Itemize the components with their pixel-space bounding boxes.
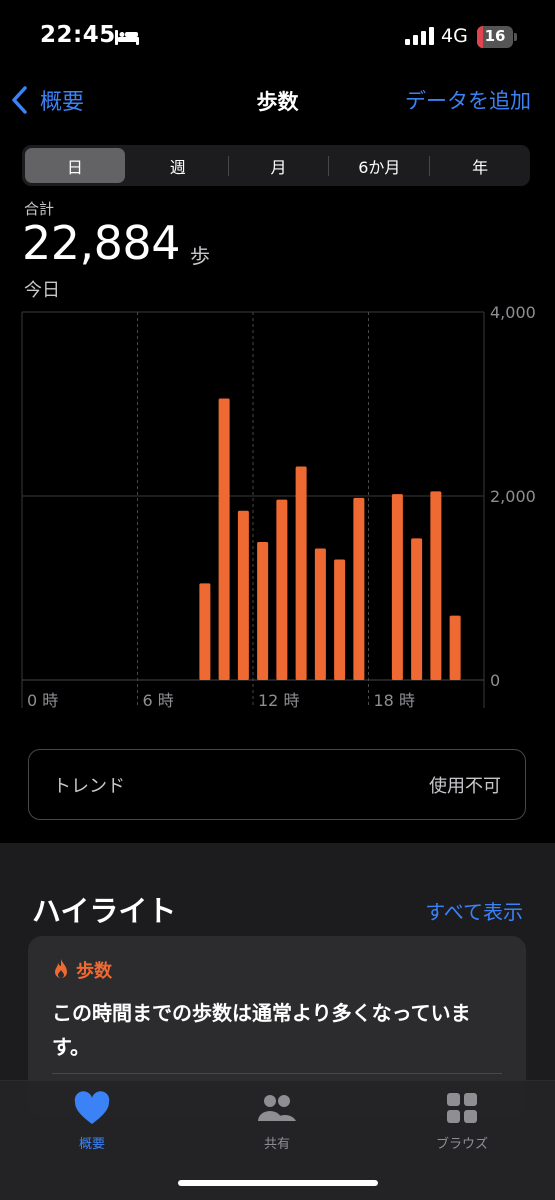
segment-six-months[interactable]: 6か月: [329, 148, 429, 183]
tab-sharing[interactable]: 共有: [217, 1091, 337, 1155]
bar-hour-16: [334, 559, 346, 680]
back-label: 概要: [40, 90, 85, 115]
tab-label: 共有: [263, 1137, 290, 1152]
tab-summary[interactable]: 概要: [32, 1091, 152, 1155]
highlight-text: この時間までの歩数は通常より多くなっています。: [52, 1001, 471, 1059]
bar-hour-13: [276, 499, 288, 680]
x-tick-label: 12 時: [258, 691, 299, 710]
people-icon: [258, 1095, 296, 1121]
status-time: 22:45: [40, 22, 116, 48]
trend-card[interactable]: トレンド 使用不可: [28, 749, 526, 820]
grid-icon: [447, 1093, 477, 1123]
bar-hour-21: [430, 491, 442, 680]
flame-icon: [55, 959, 67, 978]
date-label: 今日: [24, 280, 60, 301]
steps-unit: 歩: [190, 244, 210, 268]
trend-label: トレンド: [53, 776, 125, 797]
bar-hour-19: [391, 494, 403, 680]
bar-hour-11: [237, 510, 249, 680]
segment-year[interactable]: 年: [430, 148, 530, 183]
highlights-title: ハイライト: [32, 894, 177, 928]
bed-icon: [115, 30, 139, 45]
battery-level: 16: [484, 27, 506, 45]
back-button[interactable]: 概要: [10, 82, 84, 118]
highlight-category: 歩数: [76, 961, 112, 982]
bar-hour-17: [353, 497, 365, 680]
navigation-bar: 概要 歩数 データを追加: [0, 72, 555, 130]
bar-hour-14: [295, 466, 307, 680]
x-tick-label: 0 時: [27, 691, 58, 710]
segment-week[interactable]: 週: [128, 148, 228, 183]
add-data-button[interactable]: データを追加: [405, 85, 531, 115]
y-tick-label: 0: [490, 671, 500, 690]
tab-label: 概要: [78, 1137, 105, 1152]
heart-icon: [74, 1091, 110, 1124]
time-range-segmented-control: 日 週 月 6か月 年: [22, 145, 530, 186]
segment-month[interactable]: 月: [229, 148, 329, 183]
trend-status: 使用不可: [429, 776, 501, 797]
status-bar: 22:45 4G 16: [0, 0, 555, 72]
bar-hour-22: [449, 615, 461, 680]
bar-hour-20: [411, 538, 423, 680]
chevron-left-icon: [12, 86, 27, 114]
total-steps-value: 22,884: [22, 216, 180, 270]
bar-hour-9: [199, 583, 211, 680]
bar-hour-12: [257, 542, 269, 680]
bar-hour-10: [218, 398, 230, 680]
y-tick-label: 4,000: [490, 303, 536, 322]
tab-label: ブラウズ: [435, 1137, 488, 1152]
y-tick-label: 2,000: [490, 487, 536, 506]
segment-day[interactable]: 日: [25, 148, 125, 183]
network-type: 4G: [441, 25, 468, 47]
hourly-steps-chart[interactable]: 0 時 6 時 12 時 18 時 4,000 2,000 0: [0, 300, 555, 720]
divider: [52, 1073, 502, 1074]
x-tick-label: 18 時: [374, 691, 415, 710]
bar-hour-15: [314, 548, 326, 680]
show-all-link[interactable]: すべて表示: [425, 896, 523, 925]
home-indicator: [178, 1180, 378, 1186]
x-tick-label: 6 時: [143, 691, 174, 710]
tab-browse[interactable]: ブラウズ: [402, 1091, 522, 1155]
battery-icon: 16: [477, 26, 517, 48]
cellular-signal-icon: [405, 27, 434, 45]
